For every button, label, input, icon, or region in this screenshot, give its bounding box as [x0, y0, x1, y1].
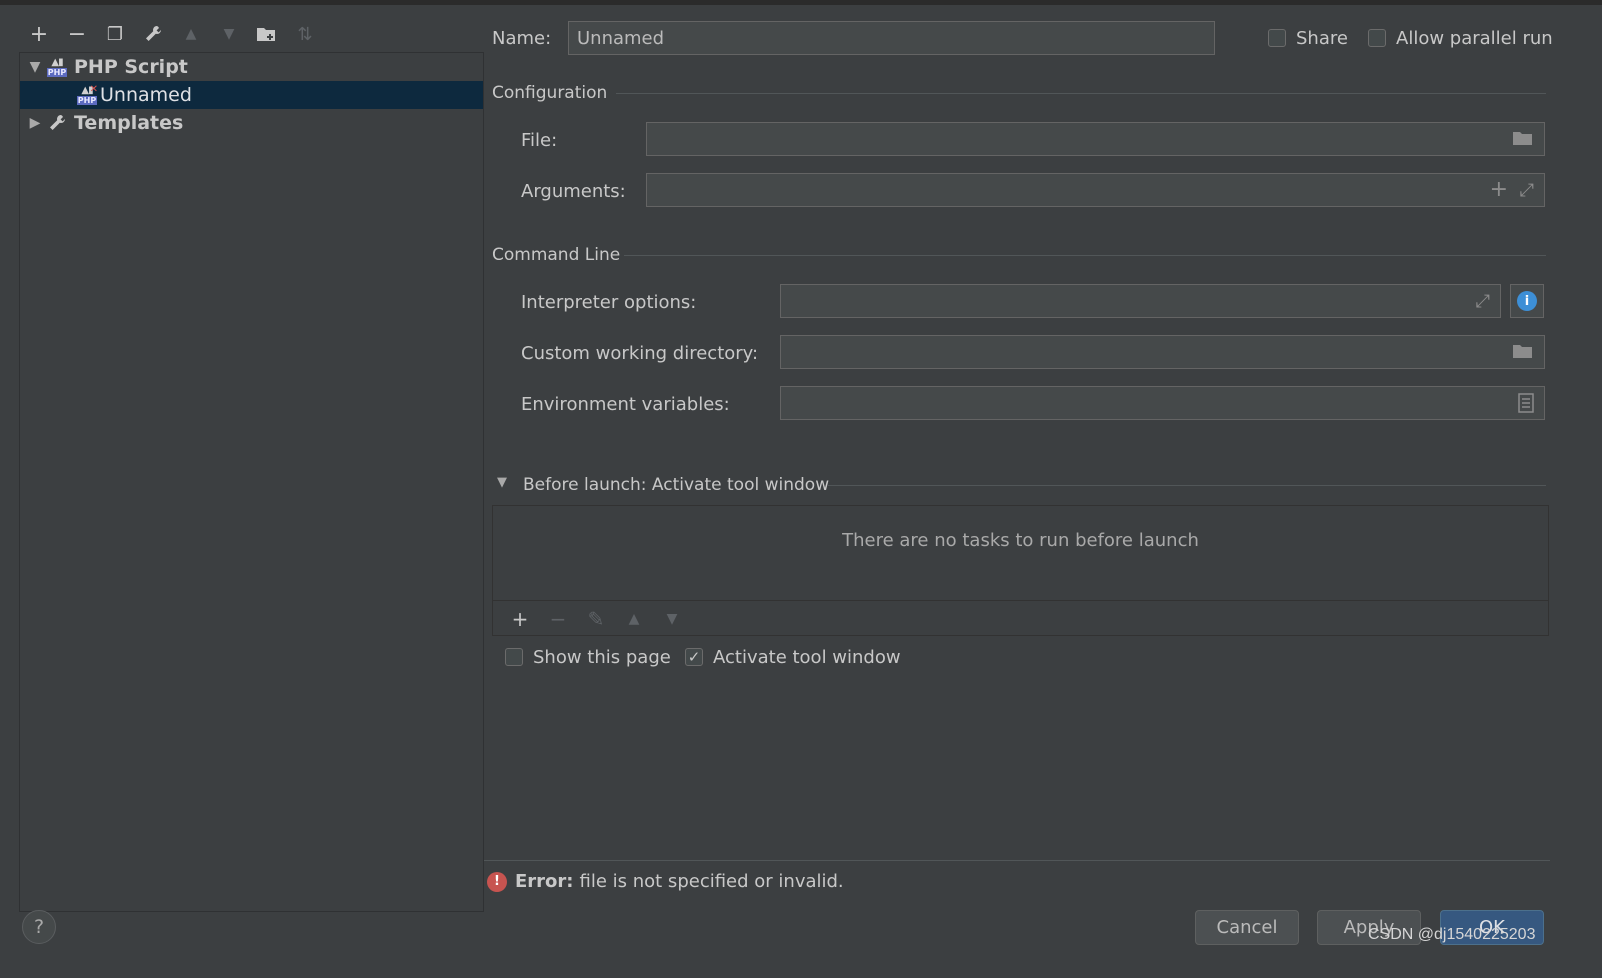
minus-icon[interactable]: −	[58, 18, 96, 50]
file-input[interactable]	[646, 122, 1545, 156]
help-button[interactable]: ?	[22, 910, 56, 944]
working-directory-label: Custom working directory:	[521, 343, 759, 364]
cancel-button[interactable]: Cancel	[1195, 910, 1299, 945]
tree-node-label: Unnamed	[100, 84, 192, 106]
share-label: Share	[1296, 28, 1348, 49]
working-directory-input[interactable]	[780, 335, 1545, 369]
sort-icon[interactable]: ⇅	[286, 18, 324, 50]
arguments-input[interactable]: + ⤢	[646, 173, 1545, 207]
info-button[interactable]: i	[1510, 284, 1544, 318]
collapsed-arrow-icon[interactable]: ▶	[24, 115, 46, 131]
before-launch-task-list[interactable]: There are no tasks to run before launch …	[492, 505, 1549, 636]
error-message: ! Error: file is not specified or invali…	[487, 871, 844, 892]
tree-node-label: PHP Script	[74, 56, 188, 78]
remove-task-icon[interactable]: −	[539, 607, 577, 631]
configuration-section-title: Configuration	[492, 83, 608, 103]
environment-variables-label: Environment variables:	[521, 394, 730, 415]
folder-icon[interactable]	[1512, 129, 1534, 152]
name-input-value: Unnamed	[577, 27, 665, 49]
add-task-icon[interactable]: +	[501, 607, 539, 631]
name-label: Name:	[492, 28, 552, 49]
interpreter-options-label: Interpreter options:	[521, 292, 697, 313]
section-separator	[624, 255, 1546, 256]
command-line-section-title: Command Line	[492, 245, 621, 265]
edit-task-icon[interactable]: ✎	[577, 607, 615, 631]
error-text: file is not specified or invalid.	[579, 871, 844, 892]
section-separator	[616, 93, 1546, 94]
show-this-page-label: Show this page	[533, 647, 671, 668]
allow-parallel-run-label: Allow parallel run	[1396, 28, 1553, 49]
environment-variables-input[interactable]	[780, 386, 1545, 420]
wrench-icon	[46, 113, 68, 133]
name-input[interactable]: Unnamed	[568, 21, 1215, 55]
show-this-page-checkbox[interactable]	[505, 648, 523, 666]
move-up-icon[interactable]: ▲	[615, 611, 653, 627]
before-launch-title: Before launch: Activate tool window	[523, 475, 830, 495]
php-icon: ▲▮ PHP	[46, 57, 68, 77]
tree-node-unnamed[interactable]: ▲▮ PHP ✕ Unnamed	[20, 81, 483, 109]
plus-icon[interactable]: +	[1490, 177, 1508, 202]
folder-icon[interactable]	[1512, 342, 1534, 365]
move-up-icon[interactable]: ▲	[172, 18, 210, 50]
folder-add-icon[interactable]	[248, 18, 286, 50]
tree-node-templates[interactable]: ▶ Templates	[20, 109, 483, 137]
error-icon: !	[487, 871, 507, 892]
expand-icon[interactable]: ⤢	[1476, 291, 1490, 312]
expand-icon[interactable]: ⤢	[1520, 180, 1534, 201]
php-error-icon: ▲▮ PHP ✕	[76, 84, 98, 105]
interpreter-options-input[interactable]: ⤢	[780, 284, 1501, 318]
window-top-edge	[0, 0, 1602, 5]
info-icon: i	[1517, 291, 1537, 311]
config-toolbar: + − ❐ ▲ ▼ ⇅	[20, 18, 324, 50]
arguments-label: Arguments:	[521, 181, 626, 202]
allow-parallel-run-checkbox[interactable]	[1368, 29, 1386, 47]
wrench-icon[interactable]	[134, 18, 172, 50]
copy-icon[interactable]: ❐	[96, 18, 134, 50]
collapse-arrow-icon[interactable]: ▼	[497, 475, 507, 490]
move-down-icon[interactable]: ▼	[210, 18, 248, 50]
expanded-arrow-icon[interactable]: ▼	[24, 59, 46, 75]
empty-tasks-text: There are no tasks to run before launch	[842, 530, 1199, 551]
watermark-text: CSDN @dj1540225203	[1368, 926, 1536, 943]
move-down-icon[interactable]: ▼	[653, 611, 691, 627]
task-list-toolbar: + − ✎ ▲ ▼	[493, 600, 1548, 636]
document-icon[interactable]	[1518, 393, 1534, 418]
error-prefix: Error:	[515, 871, 574, 892]
footer-separator	[484, 860, 1550, 861]
configuration-tree: ▼ ▲▮ PHP PHP Script ▲▮ PHP ✕ Unnamed ▶ Temp…	[19, 52, 484, 912]
tree-node-php-script[interactable]: ▼ ▲▮ PHP PHP Script	[20, 53, 483, 81]
tree-node-label: Templates	[74, 112, 184, 134]
section-separator	[828, 485, 1546, 486]
plus-icon[interactable]: +	[20, 18, 58, 50]
share-checkbox[interactable]	[1268, 29, 1286, 47]
activate-tool-window-label: Activate tool window	[713, 647, 901, 668]
activate-tool-window-checkbox[interactable]: ✓	[685, 648, 703, 666]
file-label: File:	[521, 130, 558, 151]
